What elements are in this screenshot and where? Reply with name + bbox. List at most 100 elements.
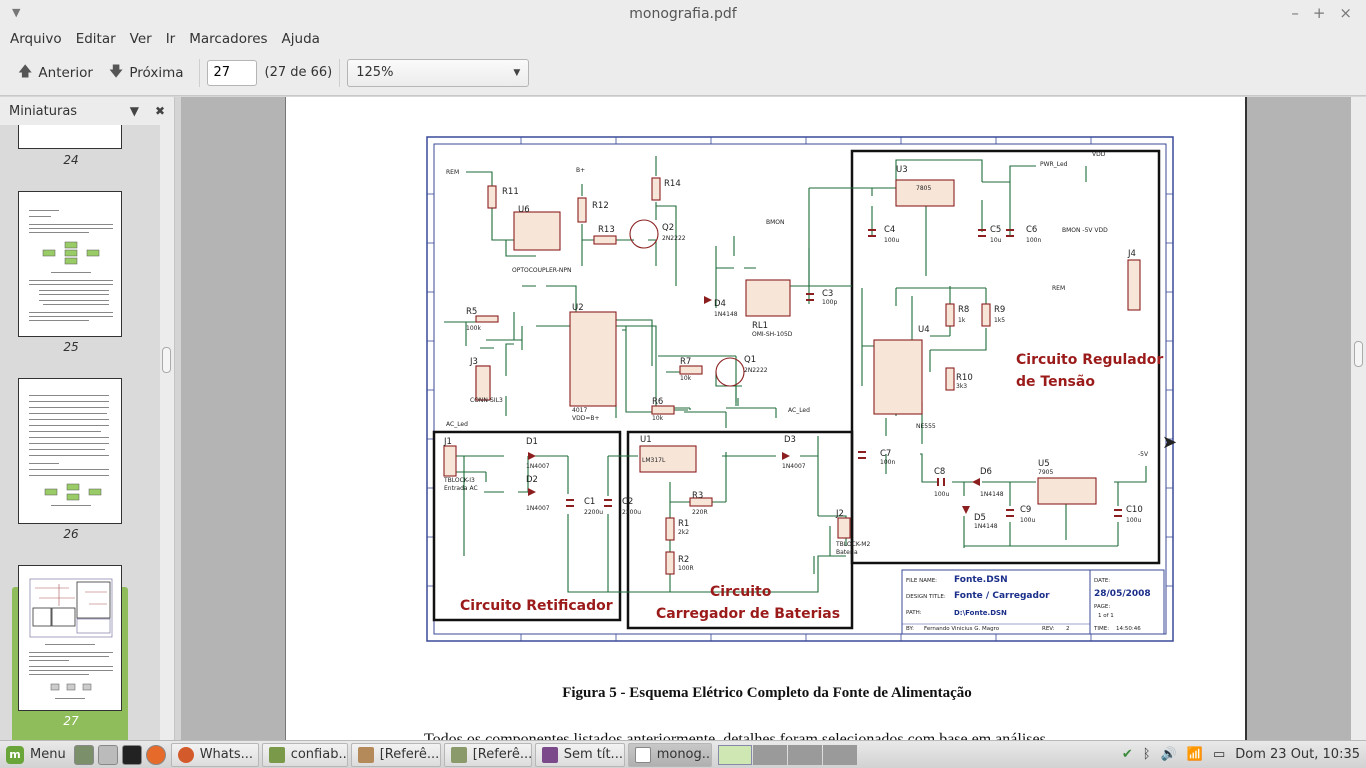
label-r2v: 100R: [678, 565, 694, 572]
menu-editar[interactable]: Editar: [76, 31, 116, 47]
label-c10v: 100u: [1126, 517, 1141, 524]
diagram-icon: [44, 483, 102, 501]
label-j1v: TBLOCK-I3: [443, 477, 475, 484]
firefox-icon[interactable]: [145, 744, 166, 765]
label-r14: R14: [664, 179, 681, 189]
volume-icon[interactable]: 🔊: [1161, 747, 1177, 762]
task-label: monog...: [656, 747, 712, 762]
label-c9: C9: [1020, 505, 1031, 515]
network-icon[interactable]: 📶: [1187, 747, 1203, 762]
page-number-input[interactable]: [206, 59, 257, 86]
system-tray: ✔ ᛒ 🔊 📶 ▭ Dom 23 Out, 10:35: [1122, 747, 1366, 762]
bluetooth-icon[interactable]: ᛒ: [1143, 747, 1151, 762]
update-shield-icon[interactable]: ✔: [1122, 747, 1133, 762]
label-neg5: -5V: [1138, 451, 1149, 458]
workspace-3[interactable]: [787, 744, 822, 765]
next-page-button[interactable]: 🡇 Próxima: [101, 58, 192, 88]
label-u1: U1: [640, 435, 652, 445]
file-manager-icon[interactable]: [97, 744, 118, 765]
thumbnail-list: 24 25 26 27: [0, 125, 160, 740]
document-scrollbar[interactable]: [1351, 97, 1366, 740]
zoom-select[interactable]: 125% ▼: [347, 58, 530, 87]
window-menu-icon[interactable]: ▼: [12, 6, 20, 19]
task-whatsapp[interactable]: Whats...: [170, 742, 259, 767]
clock[interactable]: Dom 23 Out, 10:35: [1235, 747, 1360, 762]
chevron-down-icon: ▼: [513, 67, 521, 78]
menu-marcadores[interactable]: Marcadores: [189, 31, 267, 47]
toolbar-separator: [198, 58, 200, 87]
toolbar-separator: [339, 58, 341, 87]
label-vdd: VDD: [1092, 151, 1106, 158]
label-u2: U2: [572, 303, 584, 313]
label-r9: R9: [994, 305, 1005, 315]
label-d3v: 1N4007: [782, 463, 806, 470]
label-u2v: 4017: [572, 407, 587, 414]
thumbnail-page[interactable]: [18, 191, 122, 337]
label-acled-j3: AC_Led: [446, 421, 468, 428]
scrollbar-thumb[interactable]: [162, 347, 171, 373]
label-rl1: RL1: [752, 321, 768, 331]
task-referencias-1[interactable]: [Referê...: [350, 742, 441, 767]
workspace-1[interactable]: [717, 744, 752, 765]
body-text-line: Todos os componentes listados anteriorme…: [424, 731, 1046, 740]
sidebar-close-icon[interactable]: ✖: [155, 104, 165, 118]
block-retificador: Circuito Retificador: [460, 598, 613, 614]
sidebar-scrollbar[interactable]: [160, 125, 174, 740]
block-carregador-line2: Carregador de Baterias: [656, 606, 840, 622]
minimize-button[interactable]: –: [1291, 4, 1299, 22]
label-d2: D2: [526, 475, 538, 485]
tb-date: 28/05/2008: [1094, 589, 1151, 599]
block-regulador-line2: de Tensão: [1016, 374, 1095, 390]
close-window-button[interactable]: ×: [1339, 4, 1352, 22]
previous-page-label: Anterior: [38, 64, 93, 81]
start-menu-button[interactable]: m Menu: [0, 745, 72, 764]
thumbnail-page[interactable]: [18, 125, 122, 149]
label-r7: R7: [680, 357, 691, 367]
task-referencias-2[interactable]: [Referê...: [443, 742, 532, 767]
menu-ver[interactable]: Ver: [130, 31, 152, 47]
label-j1v2: Entrada AC: [444, 485, 478, 492]
workspace-2[interactable]: [752, 744, 787, 765]
thumbnail-page[interactable]: [18, 378, 122, 524]
previous-page-button[interactable]: 🡅 Anterior: [10, 58, 101, 88]
label-r5: R5: [466, 307, 477, 317]
task-label: Whats...: [199, 747, 254, 762]
label-vddb: VDD=B+: [572, 415, 600, 422]
task-monografia[interactable]: monog...: [627, 742, 712, 767]
thumbnail-label: 24: [63, 153, 79, 167]
label-r11: R11: [502, 187, 519, 197]
task-sem-titulo[interactable]: Sem tít...: [534, 742, 625, 767]
label-q1: Q1: [744, 355, 756, 365]
arrow-up-icon: 🡅: [18, 63, 33, 80]
diagram-icon: [50, 683, 92, 691]
menu-ir[interactable]: Ir: [166, 31, 176, 47]
terminal-icon[interactable]: [121, 744, 142, 765]
thumbnail-page-selected[interactable]: [18, 565, 122, 711]
label-r1: R1: [678, 519, 689, 529]
label-r3v: 220R: [692, 509, 708, 516]
label-q2: Q2: [662, 223, 674, 233]
sidebar-dropdown-icon[interactable]: ▼: [130, 104, 139, 118]
menu-ajuda[interactable]: Ajuda: [282, 31, 320, 47]
label-c3: C3: [822, 289, 833, 299]
label-d4v: 1N4148: [714, 311, 738, 318]
label-bplus: B+: [576, 167, 585, 174]
maximize-button[interactable]: +: [1313, 4, 1326, 22]
workspace-4[interactable]: [822, 744, 857, 765]
label-d1v: 1N4007: [526, 463, 550, 470]
label-j2v: TBLOCK-M2: [835, 541, 870, 548]
circuit-schematic: R11 R12 R13 R14 U6 Q2 2N2222 REM B+ OPTO…: [426, 136, 1174, 642]
sidebar-title: Miniaturas: [9, 103, 78, 119]
tb-rev: 2: [1066, 626, 1070, 632]
workspace-switcher[interactable]: [717, 744, 857, 765]
battery-icon[interactable]: ▭: [1213, 747, 1225, 762]
label-r13: R13: [598, 225, 615, 235]
window-title: monografia.pdf: [629, 6, 737, 22]
scrollbar-thumb[interactable]: [1354, 341, 1363, 367]
label-r7v: 10k: [680, 375, 692, 382]
show-desktop-icon[interactable]: [73, 744, 94, 765]
menu-arquivo[interactable]: Arquivo: [10, 31, 62, 47]
label-d3: D3: [784, 435, 796, 445]
task-confiab[interactable]: confiab...: [261, 742, 348, 767]
label-d2v: 1N4007: [526, 505, 550, 512]
